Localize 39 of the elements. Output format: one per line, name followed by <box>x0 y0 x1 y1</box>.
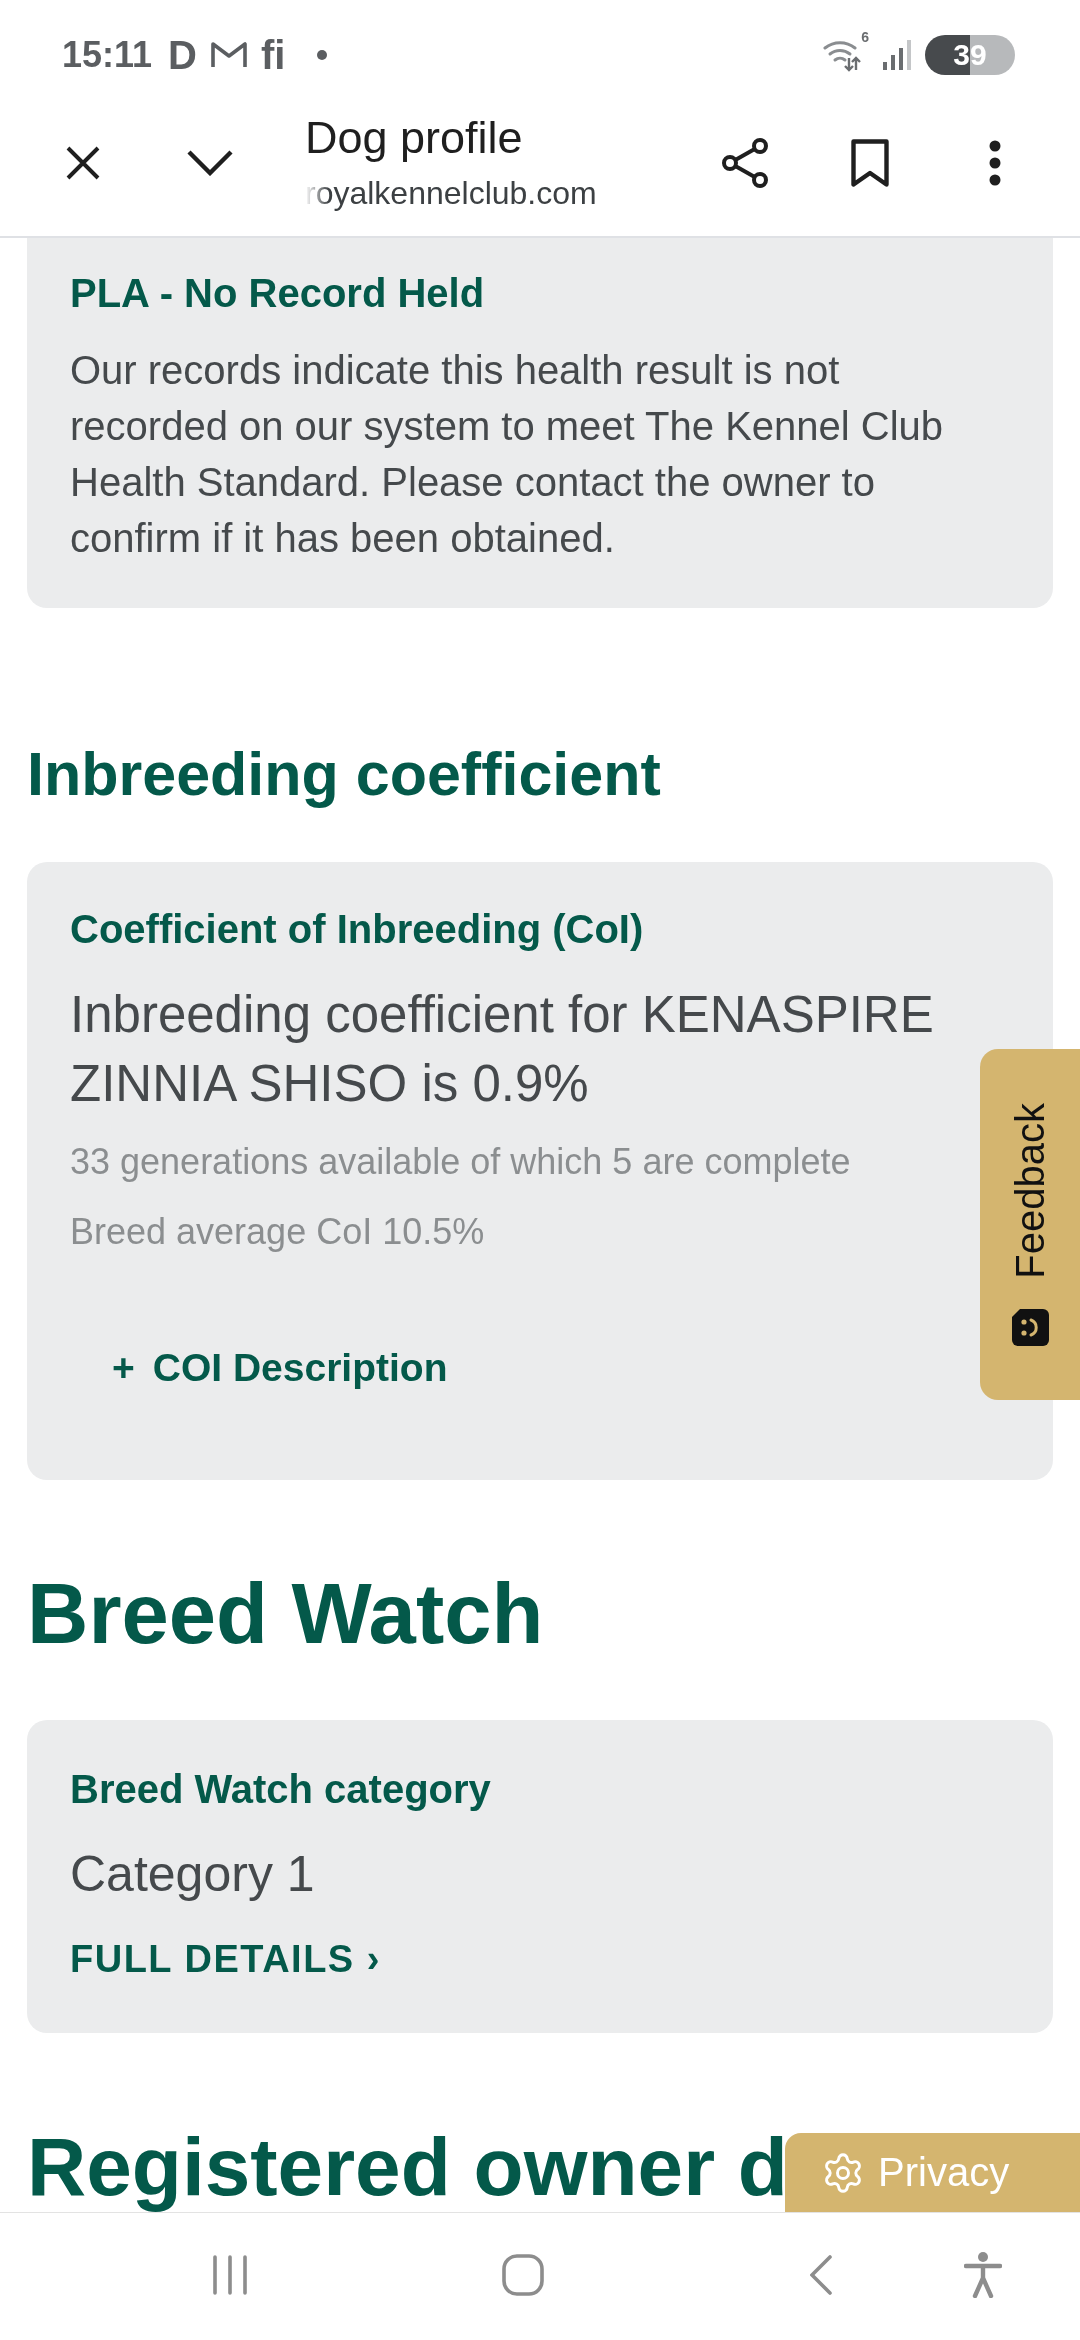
accessibility-button[interactable] <box>964 2251 1002 2298</box>
mail-icon <box>211 41 247 69</box>
section-heading: Registered owner d <box>27 2124 788 2210</box>
battery-indicator: 39 <box>925 35 1015 75</box>
section-heading: Inbreeding coefficient <box>27 742 661 806</box>
back-button[interactable] <box>810 2254 832 2295</box>
card-text: Our records indicate this health result is not recorded on our system to meet The Kennel Club Health Standard. Please contact the owner to confirm if it has been obtained. <box>70 347 945 562</box>
coi-description-toggle[interactable]: + COI Description <box>112 1320 448 1416</box>
card-title: Breed Watch category <box>70 1766 491 1813</box>
feedback-tab[interactable]: Feedback <box>980 1049 1080 1400</box>
bookmark-icon <box>851 139 889 187</box>
full-details-link[interactable]: FULL DETAILS › <box>70 1935 381 1983</box>
close-icon <box>65 145 101 181</box>
recent-apps-icon <box>212 2254 248 2295</box>
back-icon <box>810 2254 832 2295</box>
coefficient-result: Inbreeding coefficient for KENASPIRE ZINNIA SHISO is 0.9% <box>70 985 935 1114</box>
section-heading: Breed Watch <box>27 1568 544 1660</box>
notification-app-icon: fi <box>261 35 286 75</box>
status-time: 15:11 <box>62 34 153 76</box>
category-value: Category 1 <box>70 1845 315 1904</box>
wifi-standard-label: 6 <box>861 29 869 45</box>
page-url: royalkennelclub.com <box>305 174 597 213</box>
page-title: Dog profile <box>305 112 523 164</box>
wifi-icon <box>823 38 862 72</box>
card-title: Coefficient of Inbreeding (CoI) <box>70 906 644 953</box>
home-button[interactable] <box>502 2253 544 2296</box>
notification-app-icon: D <box>168 35 197 75</box>
recent-apps-button[interactable] <box>212 2254 248 2295</box>
home-icon <box>502 2253 544 2296</box>
card-title: PLA - No Record Held <box>70 270 485 317</box>
generations-note: 33 generations available of which 5 are complete <box>70 1140 851 1184</box>
breed-average-note: Breed average CoI 10.5% <box>70 1210 485 1254</box>
smiley-chat-icon <box>1011 1308 1049 1346</box>
more-options-icon <box>989 140 1001 186</box>
notification-dot-icon <box>317 50 328 60</box>
signal-icon <box>883 40 911 70</box>
chevron-down-icon <box>187 150 233 176</box>
accessibility-icon <box>964 2251 1002 2298</box>
share-icon <box>721 138 769 188</box>
